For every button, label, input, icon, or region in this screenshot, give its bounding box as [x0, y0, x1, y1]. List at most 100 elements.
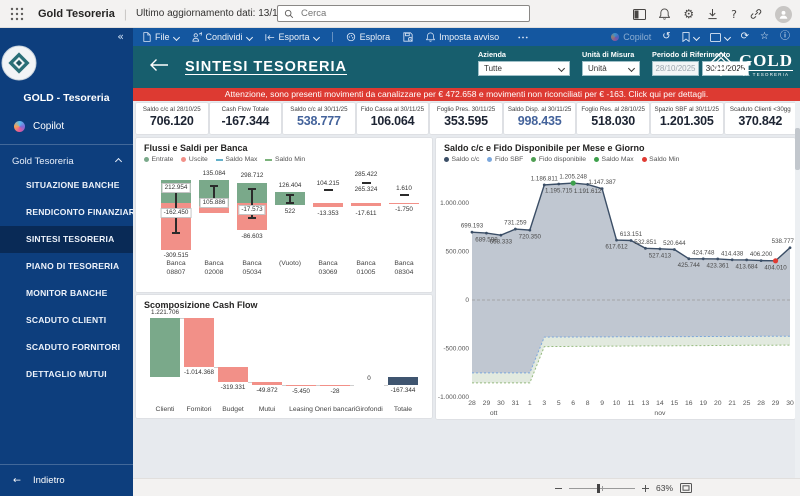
- sidebar-item[interactable]: PIANO DI TESORERIA: [0, 253, 133, 280]
- sidebar-item[interactable]: SITUAZIONE BANCHE: [0, 172, 133, 199]
- svg-text:406.200: 406.200: [750, 251, 773, 258]
- explore-button[interactable]: Esplora: [346, 32, 391, 42]
- scrollbar-thumb[interactable]: [795, 128, 800, 170]
- share-menu-label: Condividi: [205, 32, 243, 42]
- waterfall-connector: [214, 366, 218, 368]
- saldo-chart-svg[interactable]: 699.193689.598668.333731.259720.3501.186…: [436, 138, 795, 419]
- zoom-slider[interactable]: [568, 483, 635, 493]
- kpi-card[interactable]: Fido Cassa al 30/11/25 106.064: [356, 103, 429, 134]
- kpi-value: 353.595: [444, 114, 488, 128]
- bar-data-label: 0: [367, 375, 371, 383]
- waterfall-bar[interactable]: [252, 382, 282, 385]
- waterfall-bar[interactable]: [184, 318, 214, 367]
- svg-text:424.748: 424.748: [692, 249, 715, 256]
- svg-text:30: 30: [786, 400, 794, 407]
- back-label: Indietro: [32, 475, 65, 486]
- waterfall-bar[interactable]: [218, 366, 248, 383]
- search-box[interactable]: [277, 5, 530, 22]
- report-back-arrow[interactable]: [149, 58, 169, 72]
- bar-data-label: 298.712: [240, 172, 264, 179]
- file-menu[interactable]: File: [143, 32, 180, 42]
- x-axis-label: Banca 08807: [166, 260, 186, 276]
- kpi-label: Scaduto Clienti <30gg: [729, 106, 791, 113]
- kpi-label: Saldo Disp. al 30/11/25: [507, 106, 572, 113]
- kpi-card[interactable]: Saldo c/c al 30/11/25 538.777: [283, 103, 355, 134]
- back-button[interactable]: ← Indietro: [0, 464, 133, 496]
- unita-select[interactable]: Unità: [582, 61, 640, 76]
- bar-data-label: -319.331: [220, 384, 246, 392]
- svg-text:731.259: 731.259: [504, 220, 527, 227]
- copilot-button[interactable]: Copilot: [611, 32, 651, 42]
- legend-item: Fido disponibile: [531, 156, 586, 163]
- bar-data-label: -13.353: [317, 210, 339, 217]
- svg-text:9: 9: [600, 400, 604, 407]
- zoom-slider-thumb[interactable]: [596, 483, 600, 493]
- reset-view-icon[interactable]: ↺: [662, 32, 670, 42]
- explore-label: Esplora: [359, 32, 391, 42]
- sidebar-item[interactable]: SINTESI TESORERIA: [0, 226, 133, 253]
- sidebar-divider: [0, 144, 133, 145]
- kpi-card[interactable]: Scaduto Clienti <30gg 370.842: [724, 103, 797, 134]
- app-title[interactable]: Gold Tesoreria: [38, 8, 115, 20]
- waterfall-bar[interactable]: [388, 377, 418, 386]
- azienda-select[interactable]: Tutte: [478, 61, 570, 76]
- page-scrollbar[interactable]: [795, 101, 800, 478]
- waffle-menu-icon[interactable]: [10, 7, 24, 21]
- kpi-card[interactable]: Spazio SBF al 30/11/25 1.201.305: [650, 103, 723, 134]
- panel-toggle-icon[interactable]: [633, 8, 647, 20]
- share-menu[interactable]: Condividi: [191, 32, 253, 42]
- sidebar-item[interactable]: SCADUTO FORNITORI: [0, 334, 133, 361]
- bookmarks-icon[interactable]: [682, 32, 700, 42]
- export-menu[interactable]: Esporta: [264, 32, 320, 42]
- zoom-out-icon[interactable]: [554, 485, 562, 492]
- waterfall-bar[interactable]: [320, 385, 350, 387]
- sidebar-collapse-icon[interactable]: «: [117, 30, 124, 43]
- refresh-icon[interactable]: ⟳: [741, 32, 749, 42]
- save-settings-icon[interactable]: [403, 32, 413, 42]
- download-icon[interactable]: [707, 8, 718, 20]
- date-from-input[interactable]: 28/10/2025: [652, 61, 699, 76]
- saldo-min-cap: [286, 202, 294, 204]
- sidebar-item[interactable]: RENDICONTO FINANZIAR...: [0, 199, 133, 226]
- waterfall-bar[interactable]: [150, 318, 180, 377]
- fit-to-page-icon[interactable]: [680, 483, 692, 493]
- view-mode-icon[interactable]: [709, 32, 731, 42]
- set-alert-button[interactable]: Imposta avviso: [426, 32, 499, 42]
- settings-gear-icon[interactable]: ⚙: [683, 8, 694, 20]
- favorite-star-icon[interactable]: ☆: [760, 32, 769, 42]
- sidebar-item[interactable]: DETTAGLIO MUTUI: [0, 361, 133, 388]
- kpi-card[interactable]: Foglio Res. al 28/10/25 518.030: [577, 103, 649, 134]
- kpi-card[interactable]: Cash Flow Totale -167.344: [209, 103, 282, 134]
- notifications-bell-icon[interactable]: [659, 8, 671, 20]
- legend-item: Saldo Max: [594, 156, 634, 163]
- help-icon[interactable]: ?: [731, 9, 737, 20]
- uscite-bar[interactable]: [389, 203, 419, 204]
- search-input[interactable]: [299, 7, 503, 20]
- zoom-in-icon[interactable]: [641, 484, 649, 492]
- share-link-icon[interactable]: [750, 8, 762, 20]
- saldo-legend: Saldo c/c Fido SBF Fido disponibile Saldo M…: [444, 156, 679, 163]
- legend-swatch: [444, 157, 449, 162]
- bank-flows-chart-panel: Flussi e Saldi per Banca Entrate Uscite Sa…: [136, 138, 432, 292]
- waterfall-bar[interactable]: [286, 384, 316, 386]
- filter-azienda: Azienda Tutte: [478, 50, 570, 76]
- more-options-icon[interactable]: [518, 36, 528, 39]
- kpi-card[interactable]: Saldo c/c al 28/10/25 706.120: [136, 103, 208, 134]
- saldo-marker-dash: [323, 189, 333, 191]
- kpi-card[interactable]: Saldo Disp. al 30/11/25 998.435: [503, 103, 576, 134]
- kpi-card[interactable]: Foglio Pres. 30/11/25 353.595: [430, 103, 502, 134]
- sidebar-item[interactable]: MONITOR BANCHE: [0, 280, 133, 307]
- kpi-value: 998.435: [517, 114, 562, 128]
- bar-data-label: -162.450: [160, 208, 192, 218]
- waterfall-connector: [316, 385, 320, 387]
- report-canvas: Saldo c/c al 28/10/25 706.120 Cash Flow To…: [133, 101, 800, 478]
- sidebar-item-copilot[interactable]: Copilot: [0, 114, 133, 138]
- svg-text:1.205.248: 1.205.248: [559, 174, 587, 181]
- sidebar-item[interactable]: SCADUTO CLIENTI: [0, 307, 133, 334]
- sidebar-group-header[interactable]: Gold Tesoreria: [0, 150, 133, 172]
- user-avatar[interactable]: [775, 5, 792, 23]
- uscite-bar[interactable]: [313, 203, 343, 207]
- uscite-bar[interactable]: [351, 203, 381, 206]
- info-icon[interactable]: ⓘ: [780, 32, 790, 42]
- alert-banner[interactable]: Attenzione, sono presenti movimenti da c…: [133, 88, 800, 101]
